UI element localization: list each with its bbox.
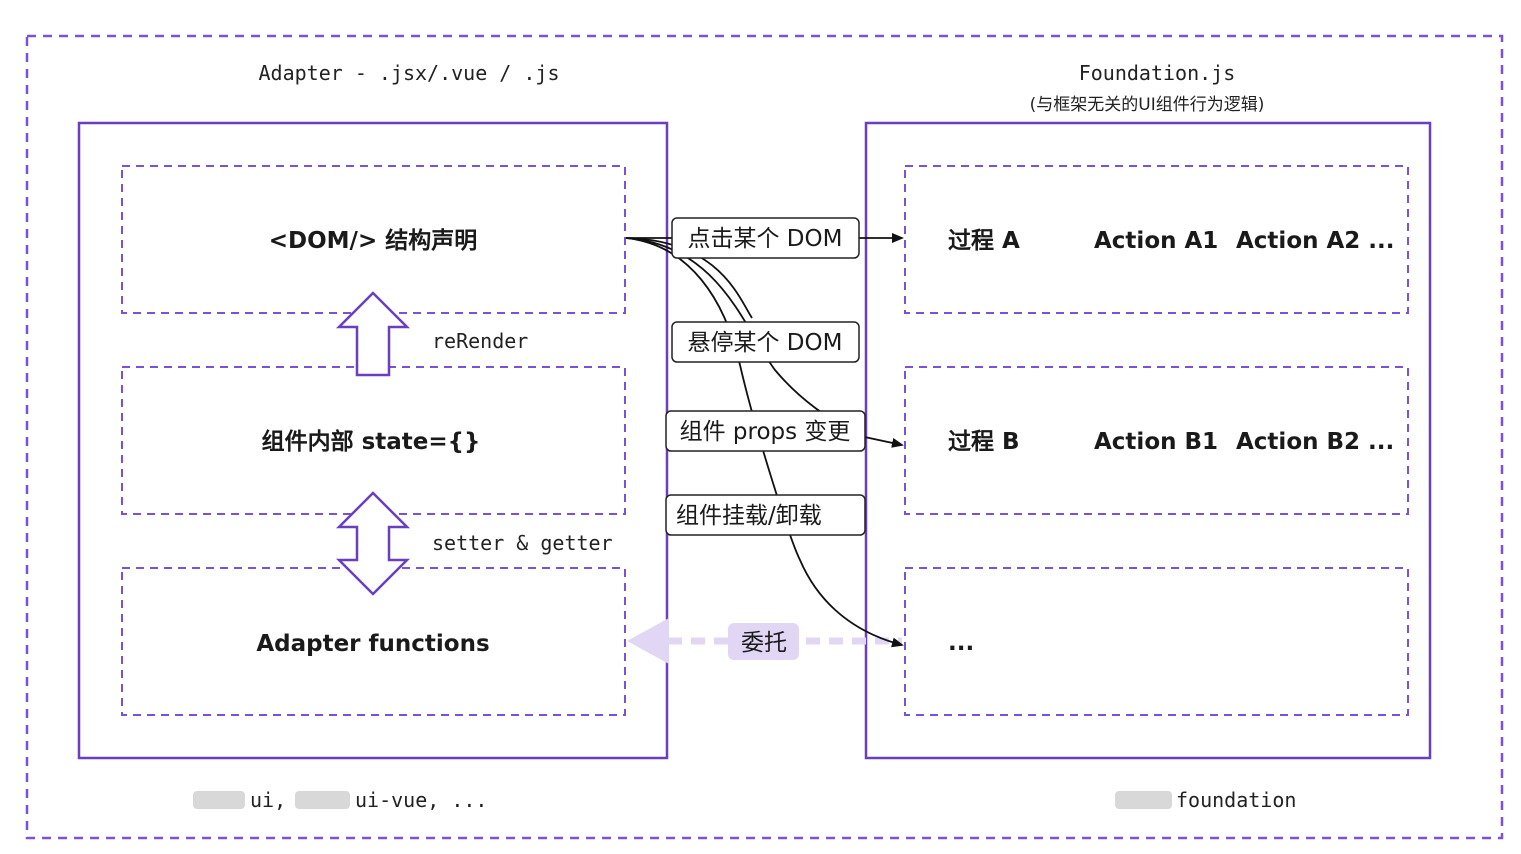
process-more-box bbox=[904, 567, 1409, 716]
adapter-title: Adapter - .jsx/.vue / .js bbox=[258, 61, 559, 85]
setter-getter-arrow-icon bbox=[335, 491, 411, 596]
architecture-diagram: Adapter - .jsx/.vue / .js Foundation.js … bbox=[25, 34, 1504, 840]
adapter-footer-rest: ui-vue, ... bbox=[355, 788, 487, 812]
action-a1-label: Action A1 bbox=[1094, 228, 1218, 254]
foundation-subtitle: (与框架无关的UI组件行为逻辑) bbox=[1030, 95, 1265, 115]
foundation-footer: foundation bbox=[1176, 788, 1296, 812]
adapter-footer-ui: ui, bbox=[250, 788, 286, 812]
action-b2-label: Action B2 ... bbox=[1236, 429, 1394, 455]
footer-blur-1 bbox=[193, 791, 245, 809]
foundation-title: Foundation.js bbox=[1079, 61, 1236, 85]
mount-event-label: 组件挂载/卸载 bbox=[676, 503, 822, 529]
state-label: 组件内部 state={} bbox=[262, 428, 481, 455]
setter-getter-label: setter & getter bbox=[432, 531, 613, 555]
props-event-label: 组件 props 变更 bbox=[680, 419, 851, 445]
dom-declaration-label: <DOM/> 结构声明 bbox=[269, 227, 477, 254]
click-event-label: 点击某个 DOM bbox=[688, 226, 843, 252]
footer-blur-2 bbox=[295, 791, 350, 809]
rerender-arrow-icon bbox=[335, 291, 411, 377]
process-a-label: 过程 A bbox=[948, 228, 1020, 254]
rerender-label: reRender bbox=[432, 329, 528, 353]
hover-event-label: 悬停某个 DOM bbox=[688, 330, 843, 356]
action-b1-label: Action B1 bbox=[1094, 429, 1218, 455]
footer-blur-3 bbox=[1115, 791, 1172, 809]
process-more-label: ... bbox=[948, 630, 974, 656]
delegate-label: 委托 bbox=[741, 630, 787, 656]
process-b-label: 过程 B bbox=[948, 429, 1020, 455]
delegate-arrowhead-icon bbox=[627, 618, 669, 664]
adapter-functions-label: Adapter functions bbox=[256, 631, 489, 657]
action-a2-label: Action A2 ... bbox=[1236, 228, 1395, 254]
